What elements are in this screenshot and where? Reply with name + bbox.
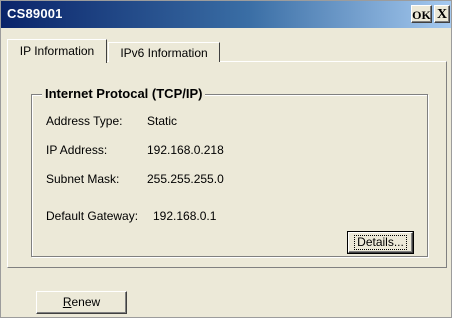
ip-address-label: IP Address:	[46, 143, 108, 157]
details-button[interactable]: Details...	[348, 232, 413, 253]
address-type-label: Address Type:	[46, 114, 123, 128]
close-button[interactable]: X	[434, 5, 450, 23]
window-title: CS89001	[7, 6, 63, 21]
renew-button[interactable]: Renew	[36, 291, 127, 314]
address-type-value: Static	[147, 114, 178, 128]
ip-address-value: 192.168.0.218	[147, 143, 224, 157]
details-button-label: Details...	[354, 235, 407, 250]
group-title: Internet Protocal (TCP/IP)	[42, 86, 206, 101]
renew-label-rest: enew	[71, 295, 101, 309]
tab-ipv6-information[interactable]: IPv6 Information	[108, 42, 220, 62]
subnet-mask-value: 255.255.255.0	[147, 172, 224, 186]
dialog-window: CS89001 OK X IP Information IPv6 Informa…	[0, 0, 452, 318]
title-bar[interactable]: CS89001 OK X	[1, 1, 451, 28]
default-gateway-label: Default Gateway:	[46, 209, 139, 223]
subnet-mask-label: Subnet Mask:	[46, 172, 120, 186]
default-gateway-value: 192.168.0.1	[153, 209, 217, 223]
ok-button[interactable]: OK	[411, 5, 432, 23]
tab-ip-information[interactable]: IP Information	[7, 39, 107, 63]
